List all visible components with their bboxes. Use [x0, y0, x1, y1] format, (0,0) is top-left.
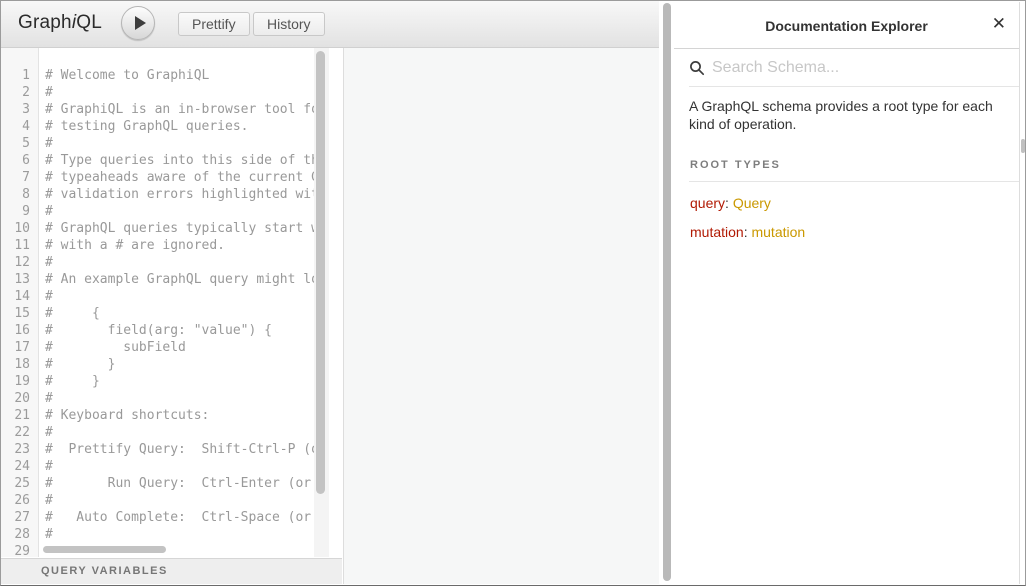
line-number: 14 — [1, 288, 30, 305]
line-number: 16 — [1, 322, 30, 339]
code-line: # typeaheads aware of the current G — [45, 169, 314, 186]
line-number-gutter: 1234567891011121314151617181920212223242… — [1, 48, 39, 557]
line-number: 22 — [1, 424, 30, 441]
root-type-row: mutation: mutation — [690, 224, 1019, 240]
line-number: 12 — [1, 254, 30, 271]
editor-vertical-scrollbar[interactable] — [316, 51, 325, 494]
root-types-divider — [689, 181, 1019, 182]
graphiql-logo: GraphiQL — [18, 12, 102, 34]
line-numbers: 1234567891011121314151617181920212223242… — [1, 67, 30, 560]
code-line: # GraphiQL is an in-browser tool fo — [45, 101, 314, 118]
code-line: # — [45, 84, 314, 101]
query-variables-bar[interactable]: QUERY VARIABLES — [1, 558, 342, 584]
line-number: 1 — [1, 67, 30, 84]
history-button[interactable]: History — [253, 12, 325, 36]
line-number: 27 — [1, 509, 30, 526]
line-number: 21 — [1, 407, 30, 424]
prettify-button[interactable]: Prettify — [178, 12, 250, 36]
result-pane — [343, 48, 659, 584]
code-line: # Auto Complete: Ctrl-Space (or — [45, 509, 314, 526]
root-types-list: query: Query mutation: mutation — [674, 195, 1019, 240]
line-number: 5 — [1, 135, 30, 152]
root-type-name[interactable]: mutation — [751, 224, 805, 240]
doc-explorer-header: Documentation Explorer ✕ — [674, 2, 1019, 49]
doc-right-strip — [1020, 2, 1024, 584]
line-number: 15 — [1, 305, 30, 322]
code-line: # An example GraphQL query might lo — [45, 271, 314, 288]
play-icon — [135, 16, 146, 30]
code-line: # } — [45, 373, 314, 390]
code-line: # } — [45, 356, 314, 373]
line-number: 23 — [1, 441, 30, 458]
line-number: 11 — [1, 237, 30, 254]
code-line: # Welcome to GraphiQL — [45, 67, 314, 84]
toolbar: GraphiQL Prettify History — [1, 1, 659, 48]
line-number: 19 — [1, 373, 30, 390]
doc-explorer-title: Documentation Explorer — [674, 18, 1019, 34]
line-number: 8 — [1, 186, 30, 203]
code-line: # — [45, 492, 314, 509]
code-line: # GraphQL queries typically start w — [45, 220, 314, 237]
code-line: # — [45, 254, 314, 271]
line-number: 18 — [1, 356, 30, 373]
line-number: 13 — [1, 271, 30, 288]
line-number: 10 — [1, 220, 30, 237]
code-line: # { — [45, 305, 314, 322]
root-types-heading: ROOT TYPES — [690, 159, 1019, 171]
line-number: 17 — [1, 339, 30, 356]
root-type-field[interactable]: mutation — [690, 224, 744, 240]
line-number: 25 — [1, 475, 30, 492]
root-type-name[interactable]: Query — [733, 195, 771, 211]
code-line: # with a # are ignored. — [45, 237, 314, 254]
code-line: # — [45, 424, 314, 441]
line-number: 20 — [1, 390, 30, 407]
main-scrollbar-track — [659, 2, 674, 584]
schema-intro-text: A GraphQL schema provides a root type fo… — [689, 97, 1007, 133]
execute-query-button[interactable] — [121, 6, 155, 40]
doc-scrollbar[interactable] — [1021, 139, 1025, 153]
code-line: # Run Query: Ctrl-Enter (or — [45, 475, 314, 492]
search-icon — [689, 60, 705, 76]
line-number: 7 — [1, 169, 30, 186]
line-number: 26 — [1, 492, 30, 509]
code-line: # field(arg: "value") { — [45, 322, 314, 339]
root-type-row: query: Query — [690, 195, 1019, 211]
line-number: 3 — [1, 101, 30, 118]
line-number: 28 — [1, 526, 30, 543]
code-line: # validation errors highlighted wit — [45, 186, 314, 203]
code-line: # Prettify Query: Shift-Ctrl-P (o — [45, 441, 314, 458]
main-scrollbar[interactable] — [663, 3, 671, 581]
logo-ql: QL — [76, 12, 102, 33]
code-line: # testing GraphQL queries. — [45, 118, 314, 135]
line-number: 4 — [1, 118, 30, 135]
code-line: # — [45, 458, 314, 475]
root-type-separator: : — [725, 195, 733, 211]
editor-horizontal-scrollbar[interactable] — [43, 546, 166, 553]
line-number: 24 — [1, 458, 30, 475]
line-number: 6 — [1, 152, 30, 169]
schema-search[interactable] — [689, 49, 1019, 87]
query-editor-pane: 1234567891011121314151617181920212223242… — [1, 48, 342, 584]
documentation-explorer: Documentation Explorer ✕ A GraphQL schem… — [674, 2, 1020, 584]
code-line: # — [45, 203, 314, 220]
search-schema-input[interactable] — [712, 59, 1019, 77]
code-line: # Type queries into this side of th — [45, 152, 314, 169]
query-editor[interactable]: # Welcome to GraphiQL## GraphiQL is an i… — [45, 67, 314, 561]
line-number: 2 — [1, 84, 30, 101]
query-variables-label: QUERY VARIABLES — [41, 565, 168, 577]
graphiql-window: GraphiQL Prettify History 12345678910111… — [0, 0, 1026, 586]
code-line: # — [45, 135, 314, 152]
code-line: # — [45, 526, 314, 543]
logo-graph: Graph — [18, 12, 72, 33]
code-line: # subField — [45, 339, 314, 356]
code-line: # Keyboard shortcuts: — [45, 407, 314, 424]
root-type-field[interactable]: query — [690, 195, 725, 211]
close-icon[interactable]: ✕ — [992, 14, 1006, 34]
code-line: # — [45, 288, 314, 305]
code-line: # — [45, 390, 314, 407]
line-number: 9 — [1, 203, 30, 220]
